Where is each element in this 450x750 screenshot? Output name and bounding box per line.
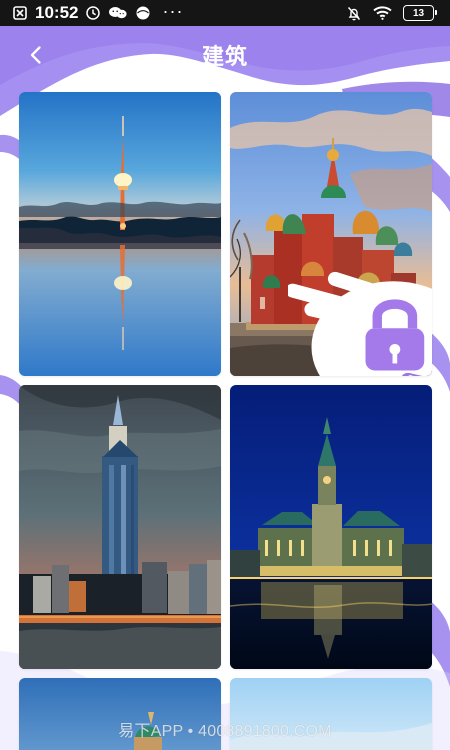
wifi-icon — [372, 5, 393, 21]
watermark-text: 易下APP • 4008891800.COM — [118, 723, 332, 740]
top-navigation-bar: 建筑 — [0, 26, 450, 84]
page-title: 建筑 — [201, 44, 248, 69]
locked-image-badge[interactable] — [288, 205, 432, 376]
wechat-icon — [108, 5, 128, 21]
silent-bell-icon — [346, 5, 362, 22]
status-left-group: 10:52 ··· — [12, 0, 184, 24]
tv-tower-lake-image — [19, 92, 221, 376]
night-hall-reflection-image — [230, 385, 432, 669]
alarm-icon — [85, 5, 101, 21]
status-time: 10:52 — [35, 3, 79, 22]
phone-screen: 10:52 ··· 13 建筑 易下APP • 4008891800.COM — [0, 0, 450, 750]
onion-dome-cathedral-image-card[interactable] — [230, 92, 432, 376]
skyscraper-city-image — [19, 385, 221, 669]
tv-tower-lake-image-card[interactable] — [19, 92, 221, 376]
close-box-icon — [12, 5, 28, 21]
ball-icon — [135, 5, 151, 21]
skyscraper-city-image-card[interactable] — [19, 385, 221, 669]
status-right-group: 13 — [346, 5, 437, 22]
night-hall-reflection-image-card[interactable] — [230, 385, 432, 669]
architecture-image-grid — [19, 92, 432, 750]
battery-icon: 13 — [403, 5, 437, 21]
battery-level: 13 — [412, 7, 425, 19]
more-status-indicator: ··· — [162, 0, 184, 21]
status-bar: 10:52 ··· 13 — [0, 0, 450, 26]
